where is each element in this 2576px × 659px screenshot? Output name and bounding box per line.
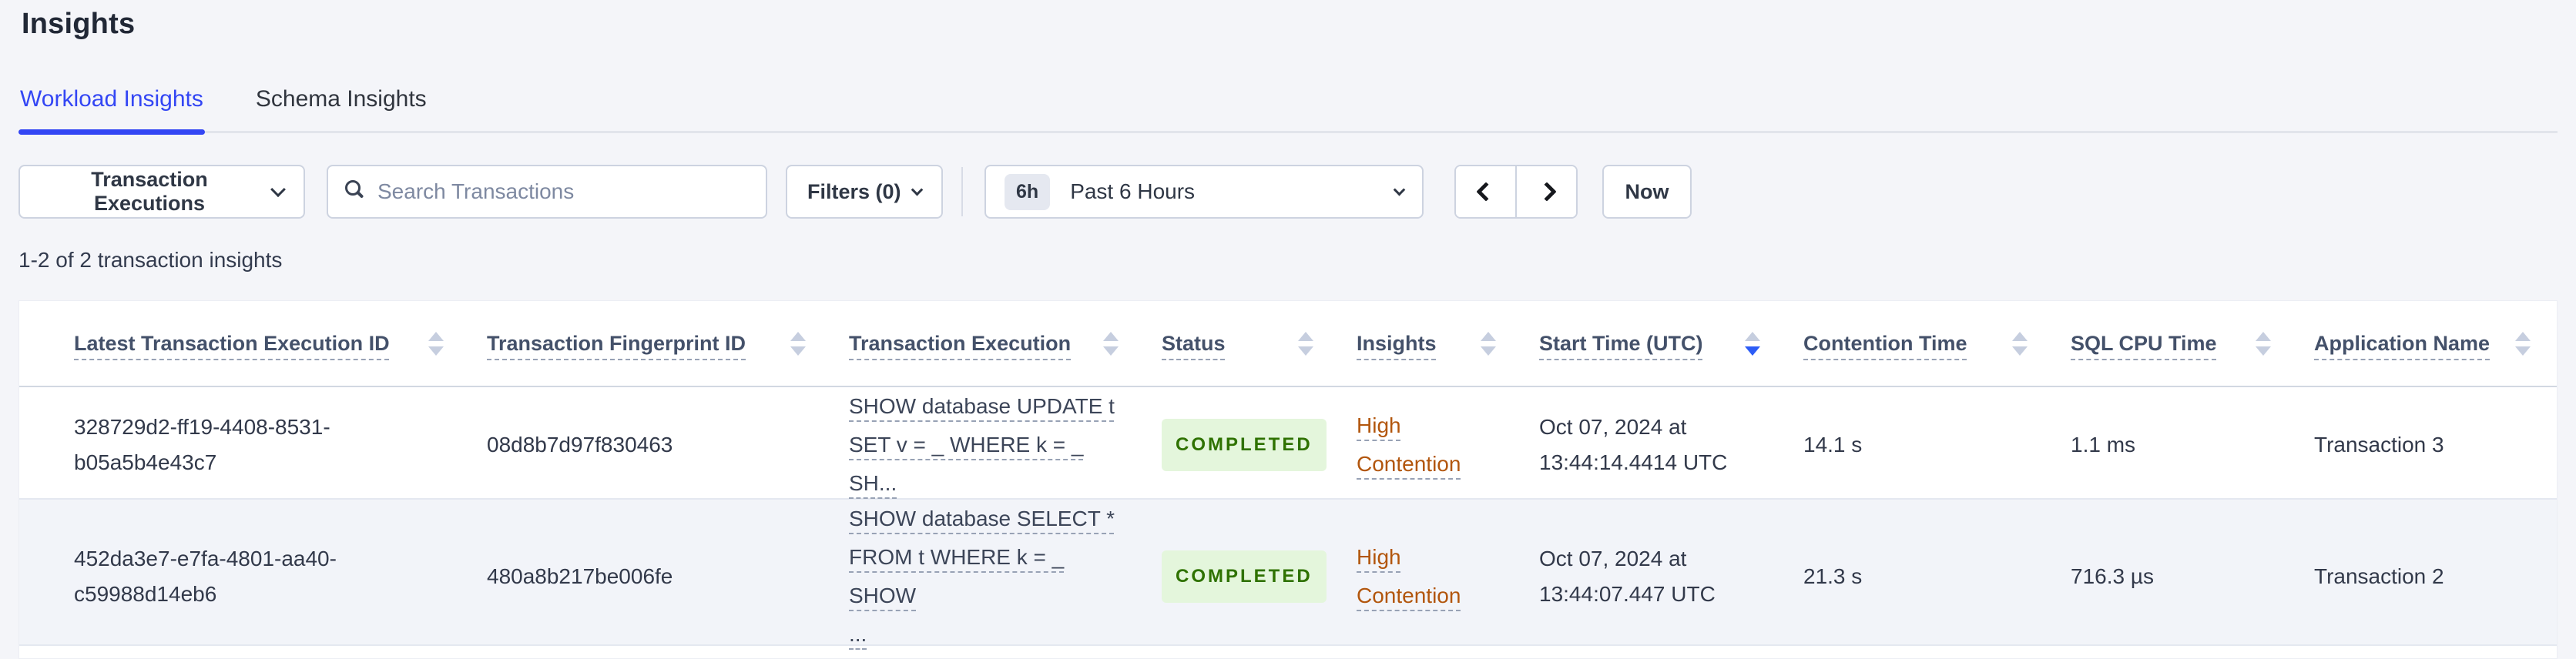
toolbar-divider xyxy=(961,167,963,216)
sort-icon xyxy=(428,331,444,356)
insights-page: Insights Workload Insights Schema Insigh… xyxy=(0,0,2576,659)
column-header-insights[interactable]: Insights xyxy=(1357,331,1539,356)
insights-table-card: Latest Transaction Execution ID Transact… xyxy=(18,300,2558,659)
time-range-picker[interactable]: 6h Past 6 Hours xyxy=(984,165,1424,219)
contention-time: 21.3 s xyxy=(1803,564,1863,588)
column-header-start-time[interactable]: Start Time (UTC) xyxy=(1539,331,1803,356)
filters-label: Filters (0) xyxy=(807,179,901,203)
application-name: Transaction 3 xyxy=(2314,433,2444,457)
tab-workload-insights[interactable]: Workload Insights xyxy=(18,83,205,135)
transaction-fingerprint-id: 08d8b7d97f830463 xyxy=(487,433,673,457)
time-step-buttons xyxy=(1454,165,1578,219)
results-summary: 1-2 of 2 transaction insights xyxy=(18,248,283,272)
column-header-application-name[interactable]: Application Name xyxy=(2314,331,2538,356)
transaction-fingerprint-id: 480a8b217be006fe xyxy=(487,564,673,588)
time-prev-button[interactable] xyxy=(1456,166,1515,217)
chevron-down-icon xyxy=(270,182,286,198)
tab-bar: Workload Insights Schema Insights xyxy=(18,83,2558,135)
status-badge: COMPLETED xyxy=(1162,550,1327,603)
sort-icon xyxy=(1103,331,1119,356)
chevron-down-icon xyxy=(1393,183,1406,196)
latest-transaction-execution-id: 328729d2-ff19-4408-8531-b05a5b4e43c7 xyxy=(74,415,330,474)
now-button[interactable]: Now xyxy=(1602,165,1692,219)
table-row: 328729d2-ff19-4408-8531-b05a5b4e43c7 08d… xyxy=(19,387,2557,500)
contention-time: 14.1 s xyxy=(1803,433,1863,457)
sort-icon xyxy=(2012,331,2028,356)
latest-transaction-execution-id: 452da3e7-e7fa-4801-aa40-c59988d14eb6 xyxy=(74,547,337,606)
column-header-sql-cpu-time[interactable]: SQL CPU Time xyxy=(2071,331,2314,356)
status-badge: COMPLETED xyxy=(1162,419,1327,471)
time-next-button[interactable] xyxy=(1515,166,1576,217)
start-time: Oct 07, 2024 at 13:44:14.4414 UTC xyxy=(1539,415,1728,474)
sort-icon xyxy=(2256,331,2271,356)
time-range-label: Past 6 Hours xyxy=(1070,179,1196,203)
start-time: Oct 07, 2024 at 13:44:07.447 UTC xyxy=(1539,547,1716,606)
application-name: Transaction 2 xyxy=(2314,564,2444,588)
sort-icon xyxy=(790,331,806,356)
sort-icon xyxy=(1481,331,1496,356)
table-header-row: Latest Transaction Execution ID Transact… xyxy=(19,301,2557,387)
insight-link-high-contention[interactable]: High Contention xyxy=(1357,538,1496,615)
insight-link-high-contention[interactable]: High Contention xyxy=(1357,406,1496,483)
page-title: Insights xyxy=(22,8,136,40)
time-range-badge: 6h xyxy=(1005,173,1051,210)
tab-schema-insights[interactable]: Schema Insights xyxy=(254,83,428,131)
sort-icon xyxy=(1298,331,1313,356)
column-header-transaction-execution[interactable]: Transaction Execution xyxy=(849,331,1162,356)
sort-icon xyxy=(2515,331,2531,356)
transaction-type-dropdown[interactable]: Transaction Executions xyxy=(18,165,305,219)
transaction-execution-link[interactable]: SHOW database SELECT * FROM t WHERE k = … xyxy=(849,500,1119,654)
chevron-right-icon xyxy=(1536,182,1557,202)
chevron-down-icon xyxy=(911,183,924,196)
column-header-contention-time[interactable]: Contention Time xyxy=(1803,331,2071,356)
search-input[interactable] xyxy=(328,166,766,217)
column-header-transaction-fingerprint-id[interactable]: Transaction Fingerprint ID xyxy=(487,331,849,356)
transaction-execution-link[interactable]: SHOW database UPDATE t SET v = _ WHERE k… xyxy=(849,387,1119,503)
sort-icon xyxy=(1745,331,1760,356)
column-header-latest-transaction-execution-id[interactable]: Latest Transaction Execution ID xyxy=(74,331,487,356)
column-header-status[interactable]: Status xyxy=(1162,331,1357,356)
sql-cpu-time: 716.3 µs xyxy=(2071,564,2154,588)
chevron-left-icon xyxy=(1475,182,1496,202)
table-row: 452da3e7-e7fa-4801-aa40-c59988d14eb6 480… xyxy=(19,500,2557,646)
sql-cpu-time: 1.1 ms xyxy=(2071,433,2136,457)
search-icon xyxy=(345,180,361,196)
search-box xyxy=(327,165,767,219)
filters-button[interactable]: Filters (0) xyxy=(786,165,943,219)
transaction-type-label: Transaction Executions xyxy=(91,168,208,215)
toolbar: Transaction Executions Filters (0) 6h Pa… xyxy=(18,165,2558,219)
